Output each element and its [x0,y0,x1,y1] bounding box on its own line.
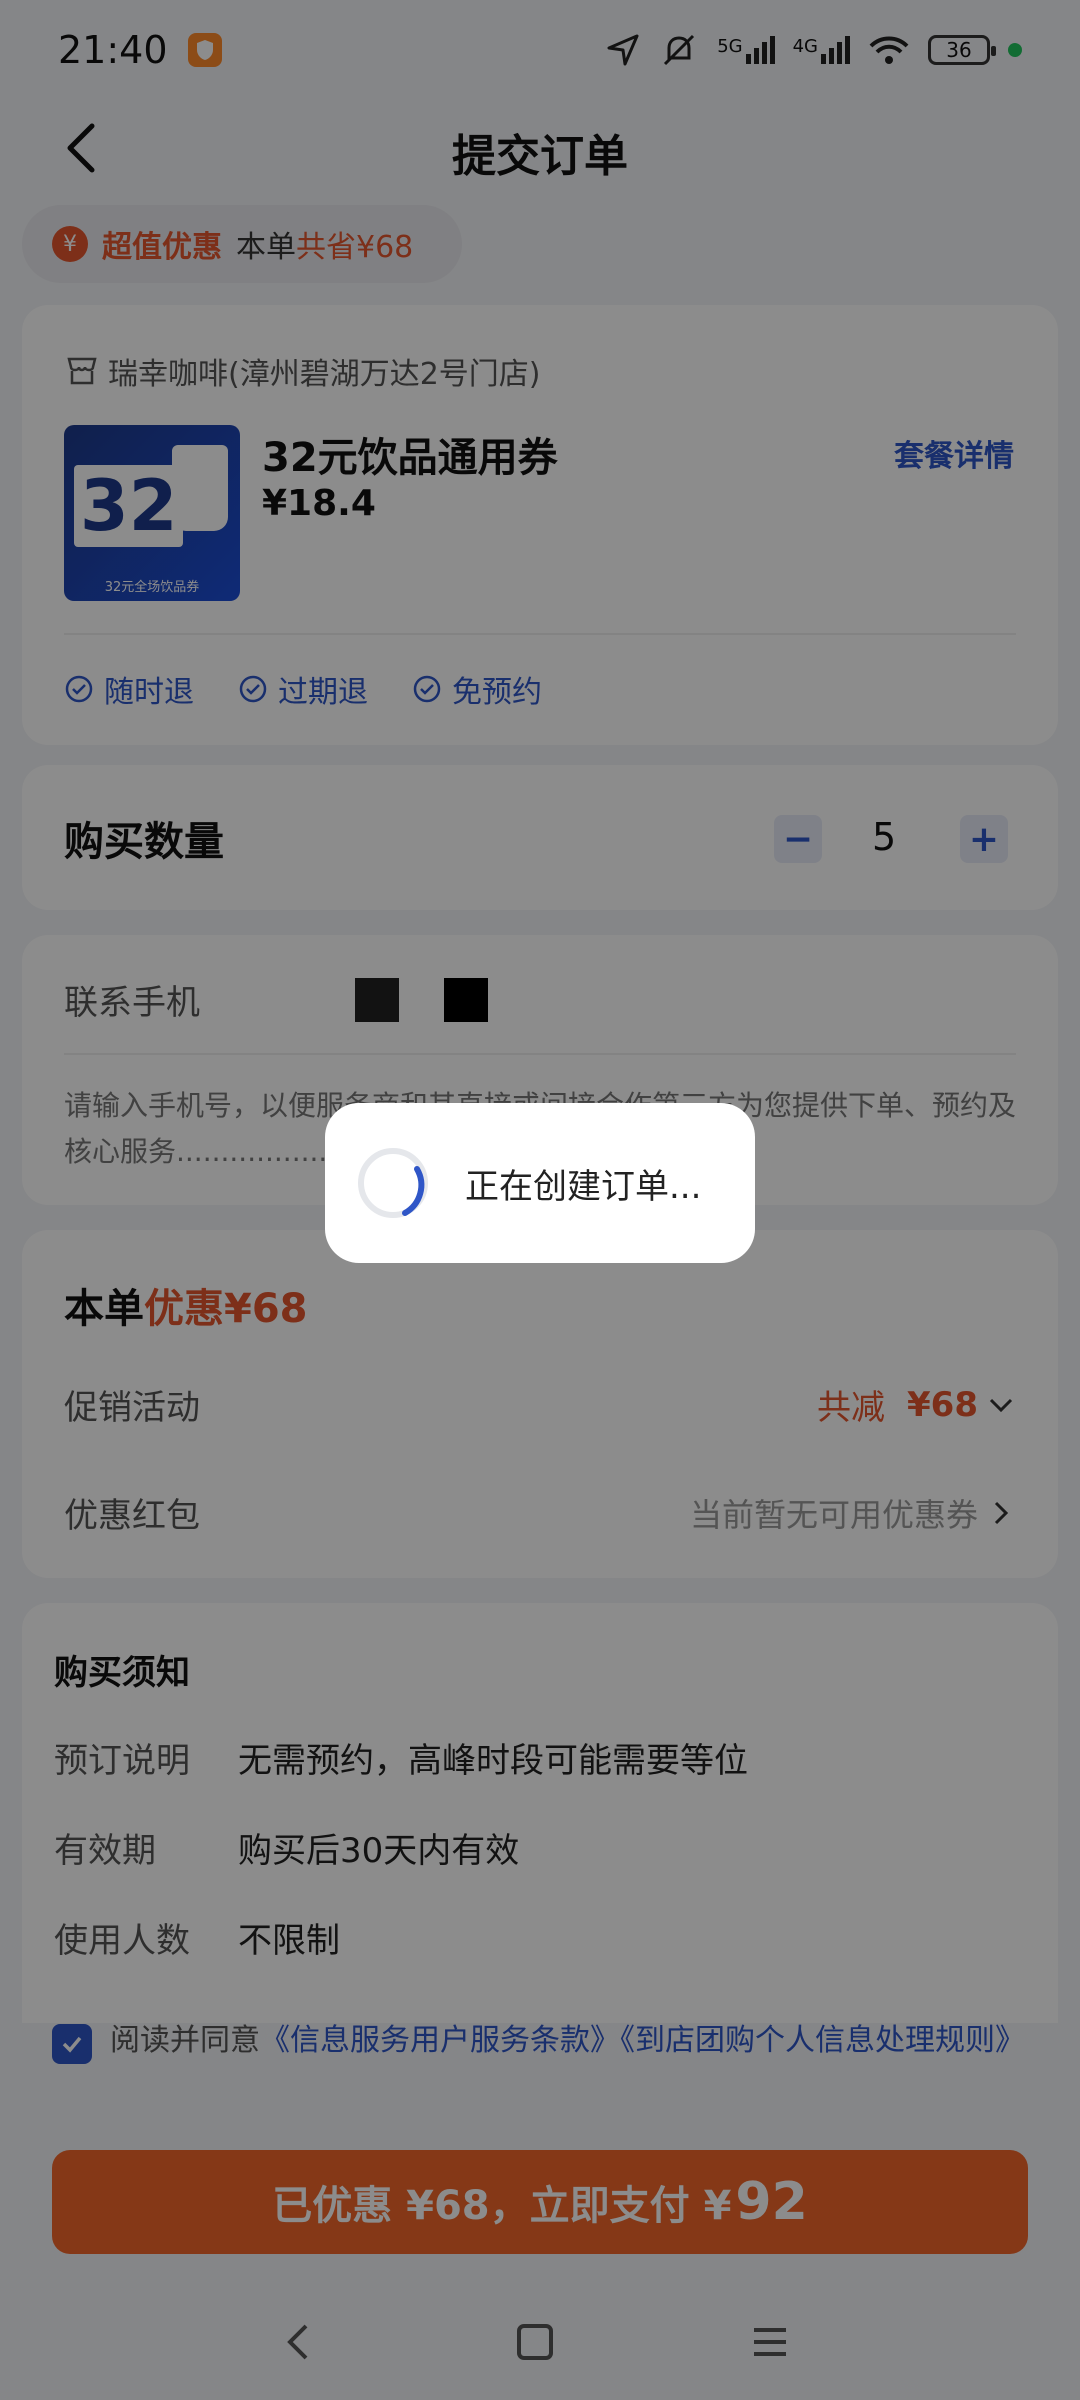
loading-dialog: 正在创建订单... [325,1103,755,1263]
loading-spinner-icon [358,1148,428,1218]
loading-text: 正在创建订单... [465,1166,702,1207]
